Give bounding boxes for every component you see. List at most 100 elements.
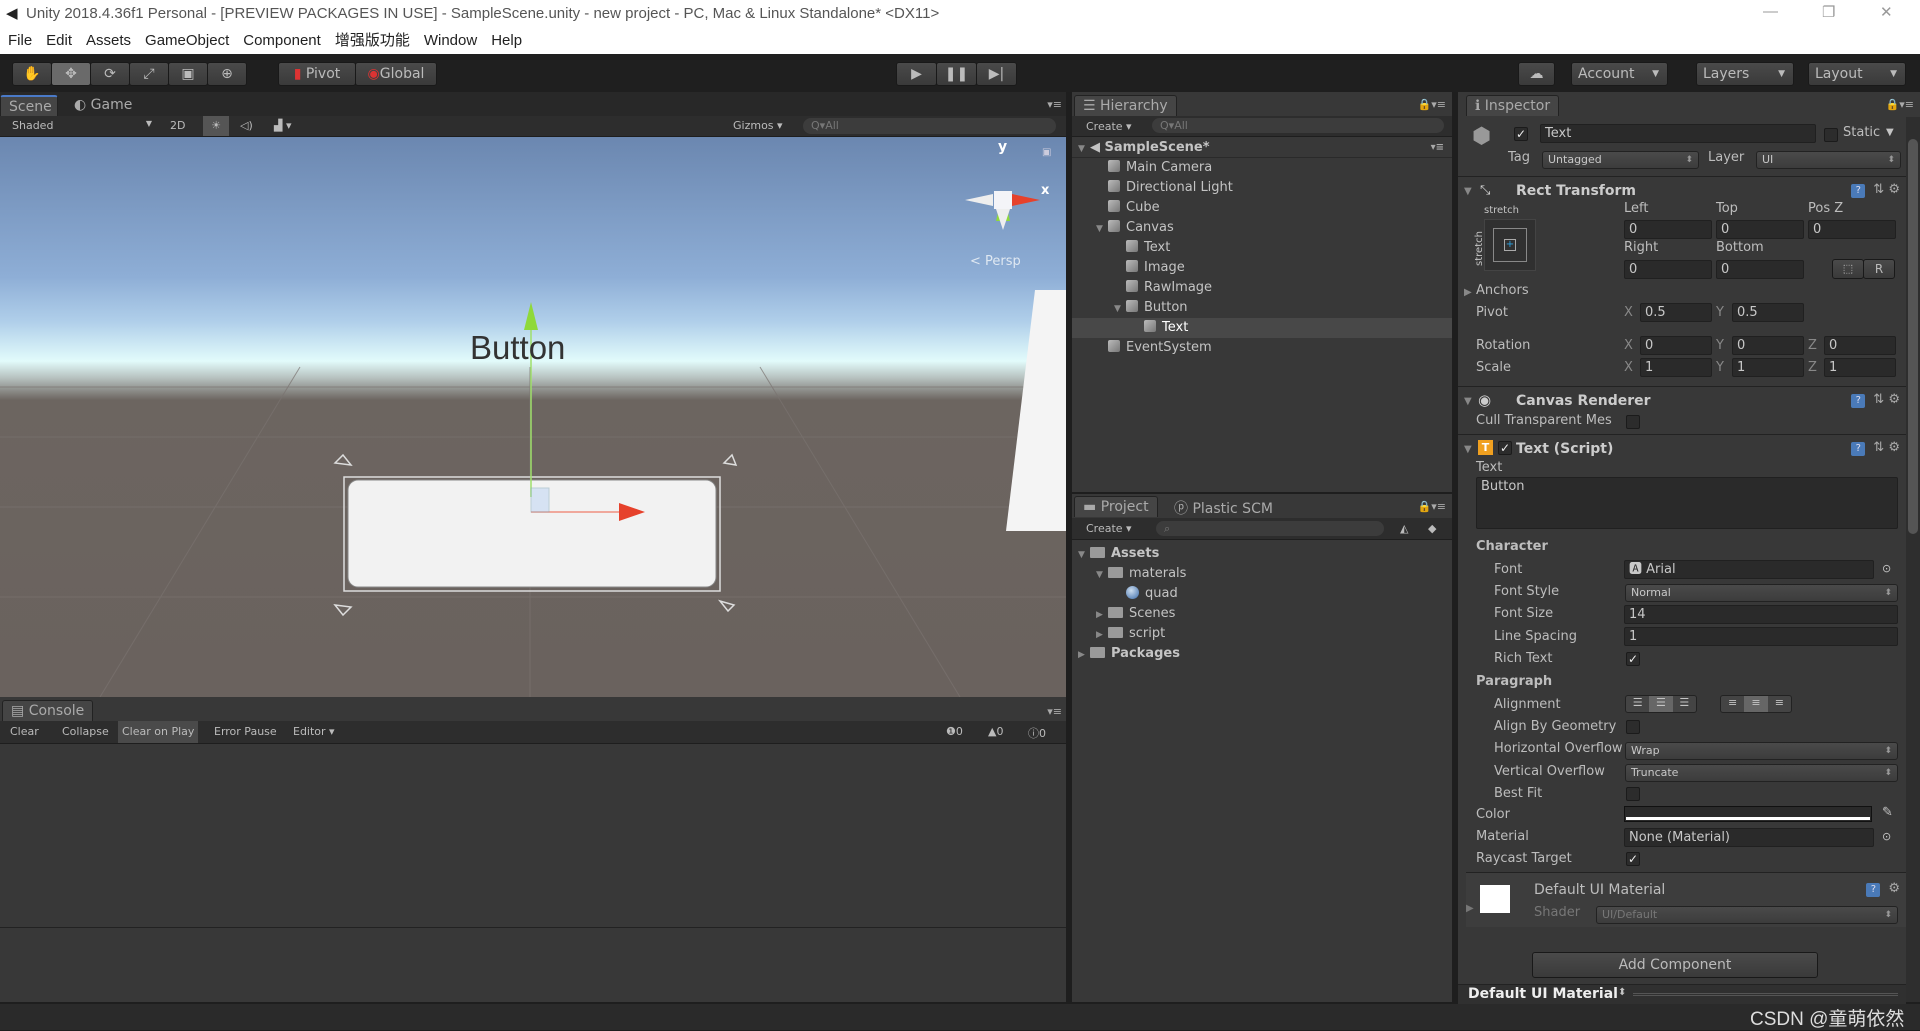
- top-input[interactable]: 0: [1716, 220, 1804, 239]
- error-pause-toggle[interactable]: Error Pause: [214, 725, 277, 738]
- help-icon[interactable]: ?: [1866, 883, 1881, 897]
- scene-root-row[interactable]: ▼ ◀ SampleScene* ▾≡: [1072, 138, 1452, 158]
- horizontal-overflow-dropdown[interactable]: Wrap: [1625, 742, 1898, 760]
- scene-search-input[interactable]: Q▾All: [803, 118, 1056, 134]
- cull-transparent-checkbox[interactable]: [1626, 415, 1640, 429]
- rotate-tool-button[interactable]: ⟳: [90, 62, 130, 86]
- text-enabled-checkbox[interactable]: ✓: [1498, 441, 1512, 455]
- align-bottom-button[interactable]: ≡: [1768, 696, 1791, 712]
- gear-icon[interactable]: ⚙: [1888, 440, 1900, 455]
- text-value-textarea[interactable]: Button: [1476, 477, 1898, 529]
- menu-enhanced[interactable]: 增强版功能: [335, 32, 410, 49]
- tab-plastic-scm[interactable]: ⓟ Plastic SCM: [1174, 498, 1273, 518]
- menu-component[interactable]: Component: [243, 32, 321, 49]
- info-count-toggle[interactable]: ❶0: [946, 725, 963, 738]
- foldout-arrow-icon[interactable]: ▶: [1078, 645, 1090, 665]
- step-button[interactable]: ▶|: [976, 62, 1017, 86]
- menu-window[interactable]: Window: [424, 32, 477, 49]
- best-fit-checkbox[interactable]: [1626, 787, 1640, 801]
- filter-type-icon[interactable]: ◭: [1400, 522, 1408, 535]
- project-item[interactable]: ▶ Packages: [1072, 644, 1452, 664]
- object-picker-icon[interactable]: ⊙: [1882, 830, 1891, 843]
- rotation-z-input[interactable]: 0: [1824, 336, 1896, 355]
- object-picker-icon[interactable]: ⊙: [1882, 562, 1891, 575]
- lock-menu-icon[interactable]: 🔒▾≡: [1886, 98, 1914, 111]
- scale-z-input[interactable]: 1: [1824, 358, 1896, 377]
- foldout-arrow-icon[interactable]: ▼: [1078, 545, 1090, 565]
- lock-menu-icon[interactable]: 🔒▾≡: [1418, 500, 1446, 513]
- gizmos-dropdown[interactable]: Gizmos ▾: [733, 119, 783, 132]
- create-dropdown[interactable]: Create ▾: [1086, 522, 1132, 535]
- align-top-button[interactable]: ≡: [1721, 696, 1744, 712]
- static-dropdown-icon[interactable]: ▼: [1886, 127, 1894, 138]
- rich-text-checkbox[interactable]: ✓: [1626, 652, 1640, 666]
- raycast-target-checkbox[interactable]: ✓: [1626, 852, 1640, 866]
- transform-tool-button[interactable]: ⊕: [207, 62, 247, 86]
- preview-footer[interactable]: Default UI Material ⬍: [1458, 984, 1906, 1004]
- posz-input[interactable]: 0: [1808, 220, 1896, 239]
- preset-icon[interactable]: ⇅: [1873, 182, 1884, 197]
- object-name-input[interactable]: Text: [1540, 124, 1816, 143]
- align-by-geometry-checkbox[interactable]: [1626, 720, 1640, 734]
- bottom-input[interactable]: 0: [1716, 260, 1804, 279]
- hierarchy-search-input[interactable]: Q▾All: [1152, 118, 1444, 133]
- tab-inspector[interactable]: ℹ Inspector: [1466, 95, 1560, 116]
- gear-icon[interactable]: ⚙: [1888, 881, 1900, 896]
- project-item[interactable]: ▶ Scenes: [1072, 604, 1452, 624]
- right-input[interactable]: 0: [1624, 260, 1712, 279]
- left-input[interactable]: 0: [1624, 220, 1712, 239]
- material-field[interactable]: None (Material): [1624, 828, 1874, 847]
- vertical-overflow-dropdown[interactable]: Truncate: [1625, 764, 1898, 782]
- help-icon[interactable]: ?: [1851, 184, 1866, 198]
- foldout-arrow-icon[interactable]: ▶: [1096, 605, 1108, 625]
- hierarchy-item[interactable]: Text: [1072, 238, 1452, 258]
- align-right-button[interactable]: ☰: [1673, 696, 1696, 712]
- color-field[interactable]: [1624, 806, 1872, 822]
- font-size-input[interactable]: 14: [1624, 605, 1898, 624]
- rotation-y-input[interactable]: 0: [1732, 336, 1804, 355]
- pivot-y-input[interactable]: 0.5: [1732, 303, 1804, 322]
- preset-icon[interactable]: ⇅: [1873, 440, 1884, 455]
- hierarchy-item[interactable]: RawImage: [1072, 278, 1452, 298]
- minimize-button[interactable]: —: [1763, 3, 1778, 20]
- project-item[interactable]: ▶ script: [1072, 624, 1452, 644]
- maximize-button[interactable]: ❐: [1822, 3, 1835, 21]
- project-search-input[interactable]: ⌕: [1156, 521, 1384, 536]
- tab-scene[interactable]: Scene: [0, 95, 58, 116]
- menu-assets[interactable]: Assets: [86, 32, 131, 49]
- lighting-toggle[interactable]: ☀: [203, 116, 229, 136]
- warning-count-toggle[interactable]: ▲0: [988, 725, 1003, 738]
- hierarchy-item[interactable]: EventSystem: [1072, 338, 1452, 358]
- menu-help[interactable]: Help: [491, 32, 522, 49]
- collapse-button[interactable]: Collapse: [62, 725, 109, 738]
- project-item[interactable]: ▼ materals: [1072, 564, 1452, 584]
- lock-menu-icon[interactable]: 🔒▾≡: [1418, 98, 1446, 111]
- shading-dropdown[interactable]: Shaded ▼: [12, 119, 152, 132]
- panel-menu-icon[interactable]: ▾≡: [1047, 705, 1062, 718]
- account-dropdown[interactable]: Account ▼: [1571, 62, 1668, 86]
- hierarchy-item[interactable]: Main Camera: [1072, 158, 1452, 178]
- move-tool-button[interactable]: ✥: [51, 62, 91, 86]
- tab-game[interactable]: ◐ Game: [74, 97, 132, 113]
- shader-dropdown[interactable]: UI/Default: [1596, 906, 1898, 924]
- persp-label[interactable]: < Persp: [970, 254, 1021, 269]
- scale-y-input[interactable]: 1: [1732, 358, 1804, 377]
- hierarchy-item[interactable]: Text: [1072, 318, 1452, 338]
- resize-handle[interactable]: [1633, 993, 1898, 996]
- layout-dropdown[interactable]: Layout ▼: [1808, 62, 1906, 86]
- effects-dropdown[interactable]: ▟ ▾: [274, 119, 291, 132]
- rotation-x-input[interactable]: 0: [1640, 336, 1712, 355]
- add-component-button[interactable]: Add Component: [1532, 952, 1818, 978]
- menu-edit[interactable]: Edit: [46, 32, 72, 49]
- anchor-preset-button[interactable]: +: [1484, 219, 1536, 271]
- pivot-toggle[interactable]: ▮ Pivot: [278, 62, 356, 86]
- close-button[interactable]: ✕: [1880, 3, 1893, 21]
- create-dropdown[interactable]: Create ▾: [1086, 120, 1132, 133]
- hierarchy-item[interactable]: Image: [1072, 258, 1452, 278]
- font-field[interactable]: 🅰 Arial: [1624, 560, 1874, 579]
- collapse-arrow-icon[interactable]: ▼: [1464, 396, 1472, 407]
- panel-menu-icon[interactable]: ▾≡: [1047, 98, 1062, 111]
- lock-icon[interactable]: ▣: [1042, 147, 1051, 158]
- hierarchy-item[interactable]: Cube: [1072, 198, 1452, 218]
- hand-tool-button[interactable]: ✋: [12, 62, 52, 86]
